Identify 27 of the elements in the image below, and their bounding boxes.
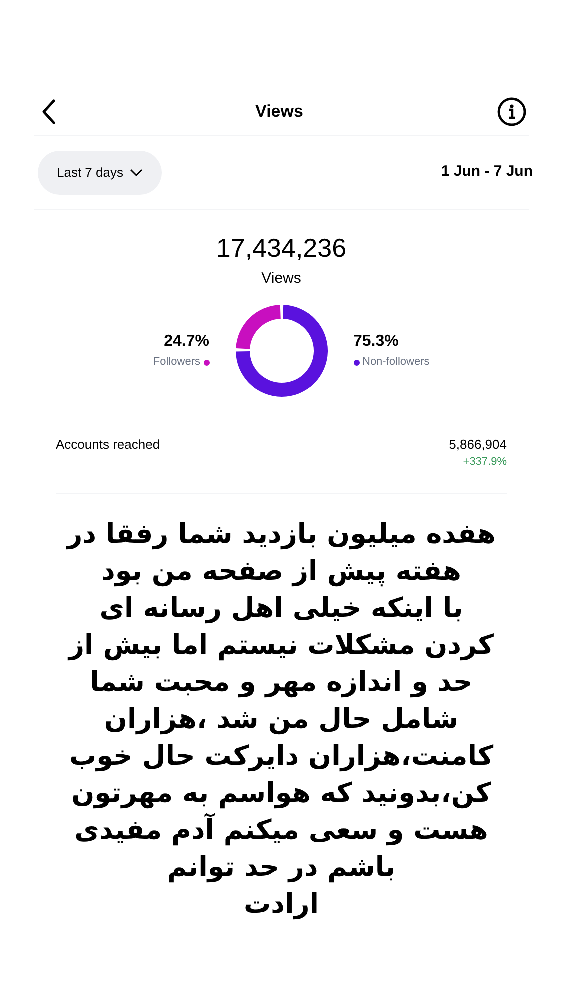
caption-line: باشم در حد توانم xyxy=(167,850,396,885)
date-range: 1 Jun - 7 Jun xyxy=(441,162,533,182)
back-icon xyxy=(41,98,57,124)
date-range-dropdown[interactable]: Last 7 days xyxy=(38,150,162,194)
caption-line: ارادت xyxy=(244,888,320,922)
caption-line: کن،بدونید که هواسم به مهرتون xyxy=(72,776,492,811)
page-title: Views xyxy=(256,100,304,123)
views-label: Views xyxy=(262,269,302,289)
caption-line: کامنت،هزاران دایرکت حال خوب xyxy=(69,740,494,774)
followers-percent: 24.7% xyxy=(164,332,210,352)
chevron-down-icon xyxy=(130,168,142,176)
metric-value: 5,866,904 xyxy=(449,436,507,454)
metric-label: Accounts reached xyxy=(56,436,160,454)
caption-line: با اینکه خیلی اهل رسانه ای xyxy=(100,592,464,626)
metric-change: +337.9% xyxy=(463,455,507,470)
caption-line: حد و اندازه مهر و محبت شما xyxy=(90,666,473,700)
views-count: 17,434,236 xyxy=(216,232,347,264)
info-icon xyxy=(496,96,527,126)
caption-line: هفده میلیون بازدید شما رفقا در xyxy=(67,518,496,552)
legend-label: Followers xyxy=(153,355,200,370)
caption-line: هفته پیش از صفحه من بود xyxy=(102,554,462,589)
non-followers-percent: 75.3% xyxy=(354,332,399,352)
legend-label: Non-followers xyxy=(362,355,430,370)
caption-line: شامل حال من شد ،هزاران xyxy=(104,702,459,737)
caption-line: هست و سعی میکنم آدم مفیدی xyxy=(74,812,488,848)
info-button[interactable] xyxy=(496,96,527,126)
caption-line: کردن مشکلات نیستم اما بیش از xyxy=(69,628,494,663)
